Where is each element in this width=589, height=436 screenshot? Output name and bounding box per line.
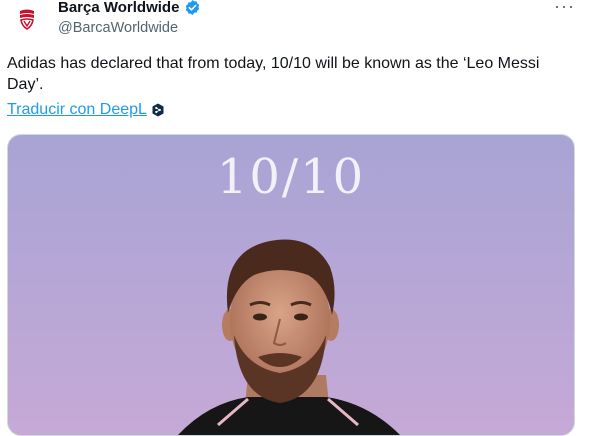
tweet-media-image[interactable]: 10/10: [7, 134, 575, 436]
author-handle[interactable]: @BarcaWorldwide: [58, 19, 178, 37]
avatar[interactable]: [8, 0, 46, 38]
translate-row[interactable]: Traducir con DeepL: [7, 100, 164, 120]
translate-link[interactable]: Traducir con DeepL: [7, 100, 147, 120]
tweet-text: Adidas has declared that from today, 10/…: [7, 55, 540, 93]
barca-logo-icon: [20, 9, 34, 30]
verified-badge-icon: [186, 0, 200, 15]
deepl-icon: [152, 103, 164, 117]
author-name-row[interactable]: Barça Worldwide: [58, 0, 201, 17]
more-options-icon[interactable]: ···: [554, 0, 575, 17]
media-overlay-date: 10/10: [216, 149, 366, 205]
author-display-name[interactable]: Barça Worldwide: [58, 0, 179, 17]
